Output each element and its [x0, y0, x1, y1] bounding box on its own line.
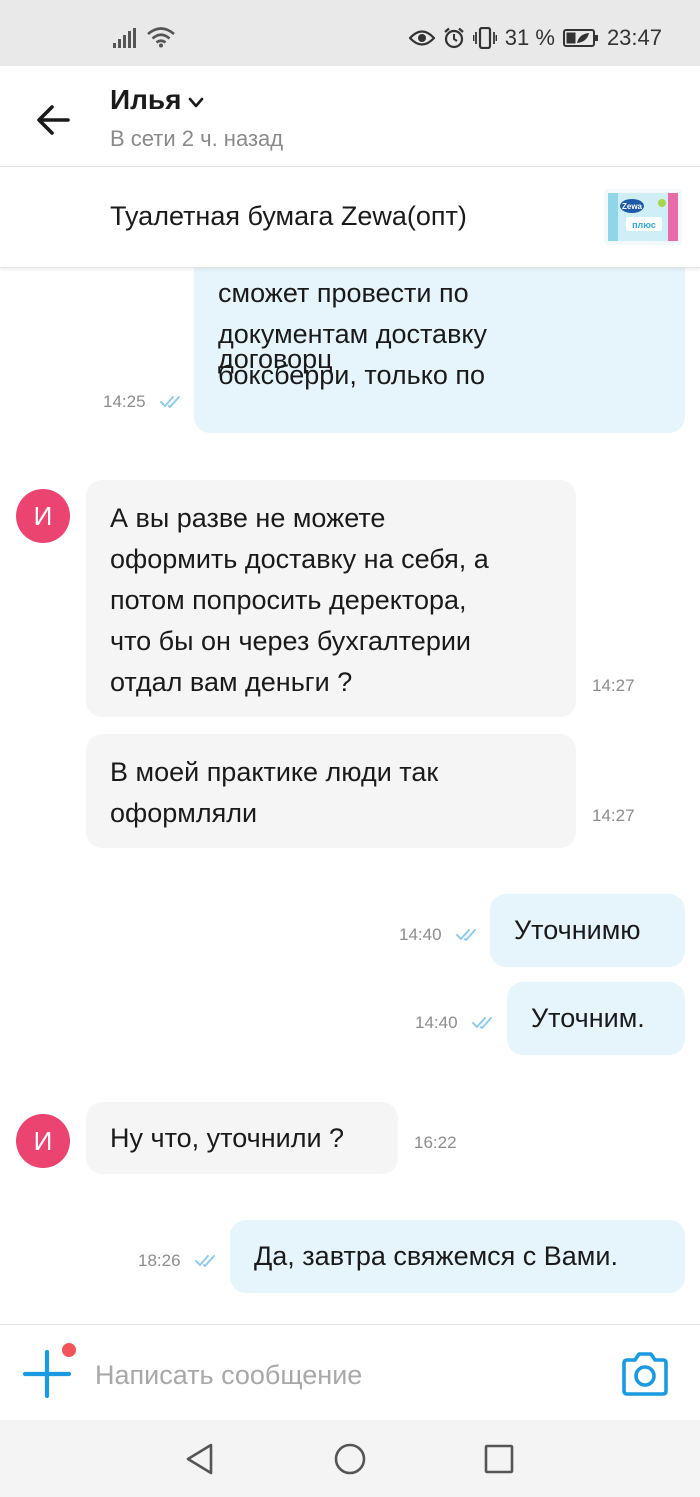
outgoing-message[interactable]: Уточнимю: [490, 894, 685, 967]
alarm-icon: [444, 27, 464, 49]
nav-back-icon[interactable]: [183, 1442, 217, 1476]
message-time: 14:27: [592, 806, 635, 825]
read-ticks-icon: [195, 1255, 215, 1267]
listing-bar[interactable]: Туалетная бумага Zewa(опт) Zewa плюс: [0, 167, 700, 268]
camera-icon[interactable]: [620, 1351, 670, 1397]
message-line: потом попросить деректора,: [110, 585, 467, 615]
listing-thumbnail[interactable]: Zewa плюс: [604, 189, 682, 245]
avatar[interactable]: И: [16, 489, 70, 543]
battery-percent: 31 %: [504, 25, 555, 50]
clock: 23:47: [606, 25, 662, 50]
system-indicators: 31 % 23:47: [408, 25, 662, 51]
message-time: 14:40: [399, 925, 442, 944]
message-input[interactable]: [95, 1355, 575, 1395]
plus-icon[interactable]: [22, 1349, 72, 1399]
avatar[interactable]: И: [16, 1114, 70, 1168]
message-line: оформляли: [110, 798, 258, 828]
incoming-message[interactable]: В моей практике люди так оформляли: [86, 734, 576, 848]
message-line: договорц: [218, 344, 333, 374]
svg-text:плюс: плюс: [632, 220, 656, 230]
message-time: 18:26: [138, 1251, 181, 1270]
message-line: что бы он через бухгалтерии: [110, 626, 472, 656]
message-line: Ну что, уточнили ?: [110, 1123, 345, 1153]
nav-home-icon[interactable]: [333, 1442, 367, 1476]
message-time: 14:40: [415, 1013, 458, 1032]
message-list[interactable]: сможет провести по документам доставку б…: [0, 268, 700, 1324]
message-time: 16:22: [414, 1133, 457, 1152]
network-indicators: [113, 26, 176, 48]
outgoing-message[interactable]: сможет провести по документам доставку б…: [194, 268, 685, 433]
message-composer: [0, 1324, 700, 1421]
incoming-message[interactable]: Ну что, уточнили ?: [86, 1102, 398, 1174]
chat-header: Илья В сети 2 ч. назад: [0, 66, 700, 167]
read-ticks-icon: [472, 1017, 492, 1029]
message-line: Уточним.: [531, 1003, 645, 1033]
message-time: 14:25: [103, 392, 146, 411]
notification-dot: [62, 1343, 76, 1357]
toilet-paper-pack-image: Zewa плюс: [604, 189, 682, 245]
contact-name[interactable]: Илья: [110, 84, 181, 116]
wifi-icon: [147, 27, 175, 48]
listing-title[interactable]: Туалетная бумага Zewa(опт): [110, 201, 467, 232]
contact-status: В сети 2 ч. назад: [110, 126, 284, 151]
message-line: сможет провести по: [218, 278, 469, 308]
status-bar: 31 % 23:47: [0, 0, 700, 66]
eye-icon: [408, 30, 435, 46]
svg-text:Zewa: Zewa: [622, 202, 643, 211]
system-navigation-bar: [0, 1420, 700, 1497]
read-ticks-icon: [456, 929, 476, 941]
message-line: отдал вам деньги ?: [110, 667, 353, 697]
message-time: 14:27: [592, 676, 635, 695]
message-line: Уточнимю: [514, 915, 641, 945]
battery-icon: [562, 29, 598, 47]
outgoing-message[interactable]: Да, завтра свяжемся с Вами.: [230, 1220, 685, 1293]
outgoing-message[interactable]: Уточним.: [507, 982, 685, 1055]
back-arrow-icon[interactable]: [30, 96, 78, 144]
chevron-down-icon[interactable]: [188, 96, 204, 110]
signal-icon: [113, 28, 136, 48]
vibrate-icon: [472, 27, 497, 49]
incoming-message[interactable]: А вы разве не можете оформить доставку н…: [86, 480, 576, 717]
message-line: В моей практике люди так: [110, 757, 439, 787]
nav-recent-apps-icon[interactable]: [482, 1442, 516, 1476]
read-ticks-icon: [160, 396, 180, 408]
message-line: А вы разве не можете: [110, 503, 386, 533]
message-line: оформить доставку на себя, а: [110, 544, 489, 574]
message-line: Да, завтра свяжемся с Вами.: [254, 1241, 618, 1271]
